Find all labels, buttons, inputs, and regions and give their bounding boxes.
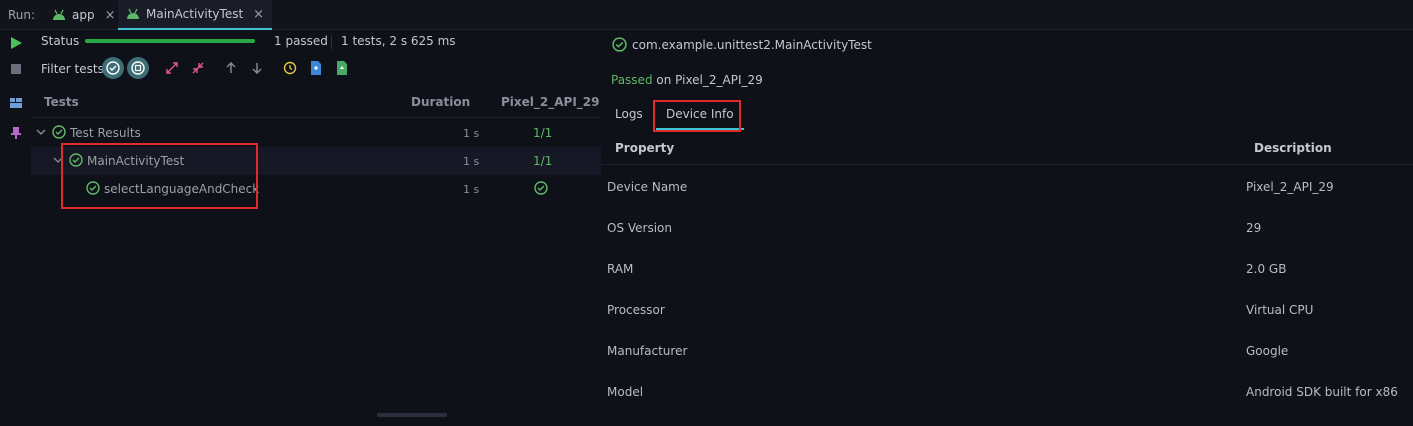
android-icon xyxy=(127,8,139,19)
property-name: Device Name xyxy=(607,180,688,194)
passed-check-icon xyxy=(534,181,548,195)
stop-circle-icon xyxy=(131,61,145,75)
expand-all-icon[interactable] xyxy=(164,60,180,76)
table-row: Model Android SDK built for x86 xyxy=(601,385,1413,426)
property-name: Model xyxy=(607,385,644,399)
history-icon[interactable] xyxy=(282,60,298,76)
passed-device: on Pixel_2_API_29 xyxy=(652,73,763,87)
check-circle-icon xyxy=(612,37,627,52)
details-title: com.example.unittest2.MainActivityTest xyxy=(632,38,872,52)
property-value: Virtual CPU xyxy=(1246,303,1314,317)
column-device: Pixel_2_API_29 xyxy=(501,95,600,109)
table-row: Device Name Pixel_2_API_29 xyxy=(601,180,1413,221)
android-icon xyxy=(53,9,65,20)
tree-row-duration: 1 s xyxy=(463,183,480,196)
collapse-all-icon[interactable] xyxy=(190,60,206,76)
passed-word: Passed xyxy=(611,73,653,87)
column-property: Property xyxy=(615,141,675,155)
import-tests-icon[interactable] xyxy=(308,60,324,76)
filter-label: Filter tests: xyxy=(41,62,108,76)
tab-logs[interactable]: Logs xyxy=(615,100,643,130)
property-name: Processor xyxy=(607,303,665,317)
left-toolbar xyxy=(0,30,31,417)
tree-row-result: 1/1 xyxy=(533,126,553,140)
device-info-table-header: Property Description xyxy=(601,135,1413,165)
rerun-play-icon[interactable] xyxy=(9,36,23,50)
previous-arrow-icon[interactable] xyxy=(223,60,239,76)
tree-row-label: Test Results xyxy=(70,126,141,140)
next-arrow-icon[interactable] xyxy=(249,60,265,76)
property-name: RAM xyxy=(607,262,634,276)
property-name: Manufacturer xyxy=(607,344,688,358)
show-passed-filter-button[interactable] xyxy=(102,57,124,79)
tab-main-activity-test[interactable]: MainActivityTest × xyxy=(118,0,273,30)
highlight-box xyxy=(653,100,741,132)
pin-icon[interactable] xyxy=(9,126,23,140)
run-tab-bar: Run: app × MainActivityTest × xyxy=(0,0,1413,30)
passed-status-line: Passed on Pixel_2_API_29 xyxy=(611,73,763,87)
chevron-down-icon[interactable] xyxy=(36,127,46,137)
test-progress-bar xyxy=(85,39,255,43)
stop-icon[interactable] xyxy=(9,62,23,76)
test-summary: 1 tests, 2 s 625 ms xyxy=(341,34,456,48)
highlight-box xyxy=(61,143,258,209)
property-value: Google xyxy=(1246,344,1289,358)
property-value: 29 xyxy=(1246,221,1262,235)
table-row: OS Version 29 xyxy=(601,221,1413,262)
table-row: RAM 2.0 GB xyxy=(601,262,1413,303)
property-value: 2.0 GB xyxy=(1246,262,1287,276)
tab-app-label: app xyxy=(72,8,95,22)
passed-count: 1 passed xyxy=(274,34,328,48)
layout-icon[interactable] xyxy=(9,96,23,110)
table-row: Manufacturer Google xyxy=(601,344,1413,385)
tab-main-activity-test-close-icon[interactable]: × xyxy=(253,7,264,22)
tree-row-duration: 1 s xyxy=(463,155,480,168)
check-circle-icon xyxy=(52,125,66,139)
column-duration: Duration xyxy=(411,95,471,109)
show-ignored-filter-button[interactable] xyxy=(127,57,149,79)
tab-app-close-icon[interactable]: × xyxy=(105,8,116,23)
column-tests: Tests xyxy=(44,95,79,109)
status-label: Status xyxy=(41,34,80,48)
run-label: Run: xyxy=(8,8,36,22)
divider xyxy=(331,35,332,49)
tab-app[interactable]: app × xyxy=(44,0,124,30)
tree-row-result: 1/1 xyxy=(533,154,553,168)
check-circle-icon xyxy=(106,61,120,75)
horizontal-scrollbar[interactable] xyxy=(377,413,447,417)
tests-table-header: Tests Duration Pixel_2_API_29 xyxy=(31,90,601,118)
details-pane: com.example.unittest2.MainActivityTest P… xyxy=(601,30,1413,417)
property-value: Pixel_2_API_29 xyxy=(1246,180,1334,194)
tree-row-duration: 1 s xyxy=(463,127,480,140)
export-tests-icon[interactable] xyxy=(334,60,350,76)
table-row: Processor Virtual CPU xyxy=(601,303,1413,344)
property-name: OS Version xyxy=(607,221,673,235)
column-description: Description xyxy=(1254,141,1332,155)
tab-main-activity-test-label: MainActivityTest xyxy=(146,7,244,21)
property-value: Android SDK built for x86 xyxy=(1246,385,1398,399)
